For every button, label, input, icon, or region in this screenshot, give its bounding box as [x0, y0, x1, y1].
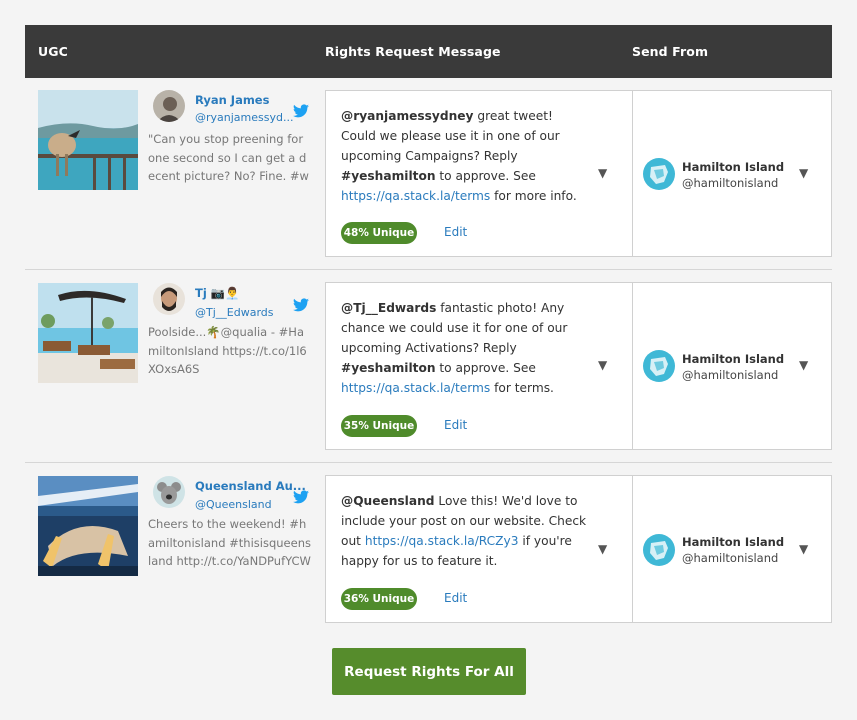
column-header-ugc: UGC: [38, 44, 68, 59]
message-handle: @Tj__Edwards: [341, 301, 437, 315]
table-row: Tj 📷👨‍💼 @Tj__Edwards Poolside...🌴@qualia…: [25, 270, 832, 462]
send-from-select[interactable]: Hamilton Island @hamiltonisland ▼: [632, 475, 832, 623]
message-text-part: for more info.: [490, 189, 577, 203]
twitter-icon: [293, 104, 309, 118]
table-header: UGC Rights Request Message Send From: [25, 25, 832, 78]
rights-message-text[interactable]: @Queensland Love this! We'd love to incl…: [341, 491, 591, 571]
ugc-post-text: "Can you stop preening for one second so…: [148, 132, 309, 183]
account-handle: @hamiltonisland: [682, 176, 779, 190]
ugc-author-handle[interactable]: @ryanjamessyd...: [195, 111, 293, 124]
avatar: [153, 476, 185, 508]
terms-link[interactable]: https://qa.stack.la/terms: [341, 381, 490, 395]
account-handle: @hamiltonisland: [682, 551, 779, 565]
rights-message-text[interactable]: @Tj__Edwards fantastic photo! Any chance…: [341, 298, 591, 398]
twitter-icon: [293, 298, 309, 312]
ugc-post-text: Poolside...🌴@qualia - #HamiltonIsland ht…: [148, 325, 307, 376]
account-name: Hamilton Island: [682, 535, 785, 549]
rights-message-text[interactable]: @ryanjamessydney great tweet! Could we p…: [341, 106, 591, 206]
twitter-icon: [293, 490, 309, 504]
account-name: Hamilton Island: [682, 352, 785, 366]
edit-link[interactable]: Edit: [444, 418, 467, 432]
avatar: [153, 90, 185, 122]
ugc-thumbnail[interactable]: [38, 476, 138, 576]
edit-link[interactable]: Edit: [444, 591, 467, 605]
message-text-part: to approve. See: [435, 169, 536, 183]
ugc-author-handle[interactable]: @Tj__Edwards: [195, 306, 274, 319]
unique-badge: 35% Unique: [341, 415, 417, 437]
account-avatar: [643, 350, 675, 382]
unique-badge: 36% Unique: [341, 588, 417, 610]
message-text-part: to approve. See: [435, 361, 536, 375]
unique-badge: 48% Unique: [341, 222, 417, 244]
account-name: Hamilton Island: [682, 160, 785, 174]
ugc-thumbnail[interactable]: [38, 90, 138, 190]
rights-message-box[interactable]: @ryanjamessydney great tweet! Could we p…: [325, 90, 632, 257]
ugc-author-name[interactable]: Ryan James: [195, 93, 269, 107]
column-header-send-from: Send From: [632, 44, 709, 59]
ugc-post-text: Cheers to the weekend! #hamiltonisland #…: [148, 517, 311, 568]
send-from-dropdown-icon[interactable]: ▼: [799, 542, 808, 556]
message-dropdown-icon[interactable]: ▼: [598, 358, 607, 372]
message-handle: @ryanjamessydney: [341, 109, 474, 123]
message-dropdown-icon[interactable]: ▼: [598, 542, 607, 556]
account-avatar: [643, 534, 675, 566]
send-from-dropdown-icon[interactable]: ▼: [799, 358, 808, 372]
send-from-select[interactable]: Hamilton Island @hamiltonisland ▼: [632, 282, 832, 450]
message-dropdown-icon[interactable]: ▼: [598, 166, 607, 180]
ugc-author-name[interactable]: Queensland Au...: [195, 479, 306, 493]
terms-link[interactable]: https://qa.stack.la/RCZy3: [365, 534, 519, 548]
ugc-author-handle[interactable]: @Queensland: [195, 498, 272, 511]
avatar: [153, 283, 185, 315]
ugc-author-name[interactable]: Tj 📷👨‍💼: [195, 286, 239, 300]
account-avatar: [643, 158, 675, 190]
request-rights-for-all-button[interactable]: Request Rights For All: [332, 648, 526, 695]
table-row: Ryan James @ryanjamessyd... "Can you sto…: [25, 78, 832, 269]
column-header-message: Rights Request Message: [325, 44, 501, 59]
send-from-dropdown-icon[interactable]: ▼: [799, 166, 808, 180]
send-from-select[interactable]: Hamilton Island @hamiltonisland ▼: [632, 90, 832, 257]
message-text-part: for terms.: [490, 381, 554, 395]
account-handle: @hamiltonisland: [682, 368, 779, 382]
rights-message-box[interactable]: @Tj__Edwards fantastic photo! Any chance…: [325, 282, 632, 450]
terms-link[interactable]: https://qa.stack.la/terms: [341, 189, 490, 203]
message-hashtag: #yeshamilton: [341, 361, 436, 375]
rights-message-box[interactable]: @Queensland Love this! We'd love to incl…: [325, 475, 632, 623]
ugc-thumbnail[interactable]: [38, 283, 138, 383]
message-hashtag: #yeshamilton: [341, 169, 436, 183]
edit-link[interactable]: Edit: [444, 225, 467, 239]
table-row: Queensland Au... @Queensland Cheers to t…: [25, 463, 832, 633]
message-handle: @Queensland: [341, 494, 435, 508]
